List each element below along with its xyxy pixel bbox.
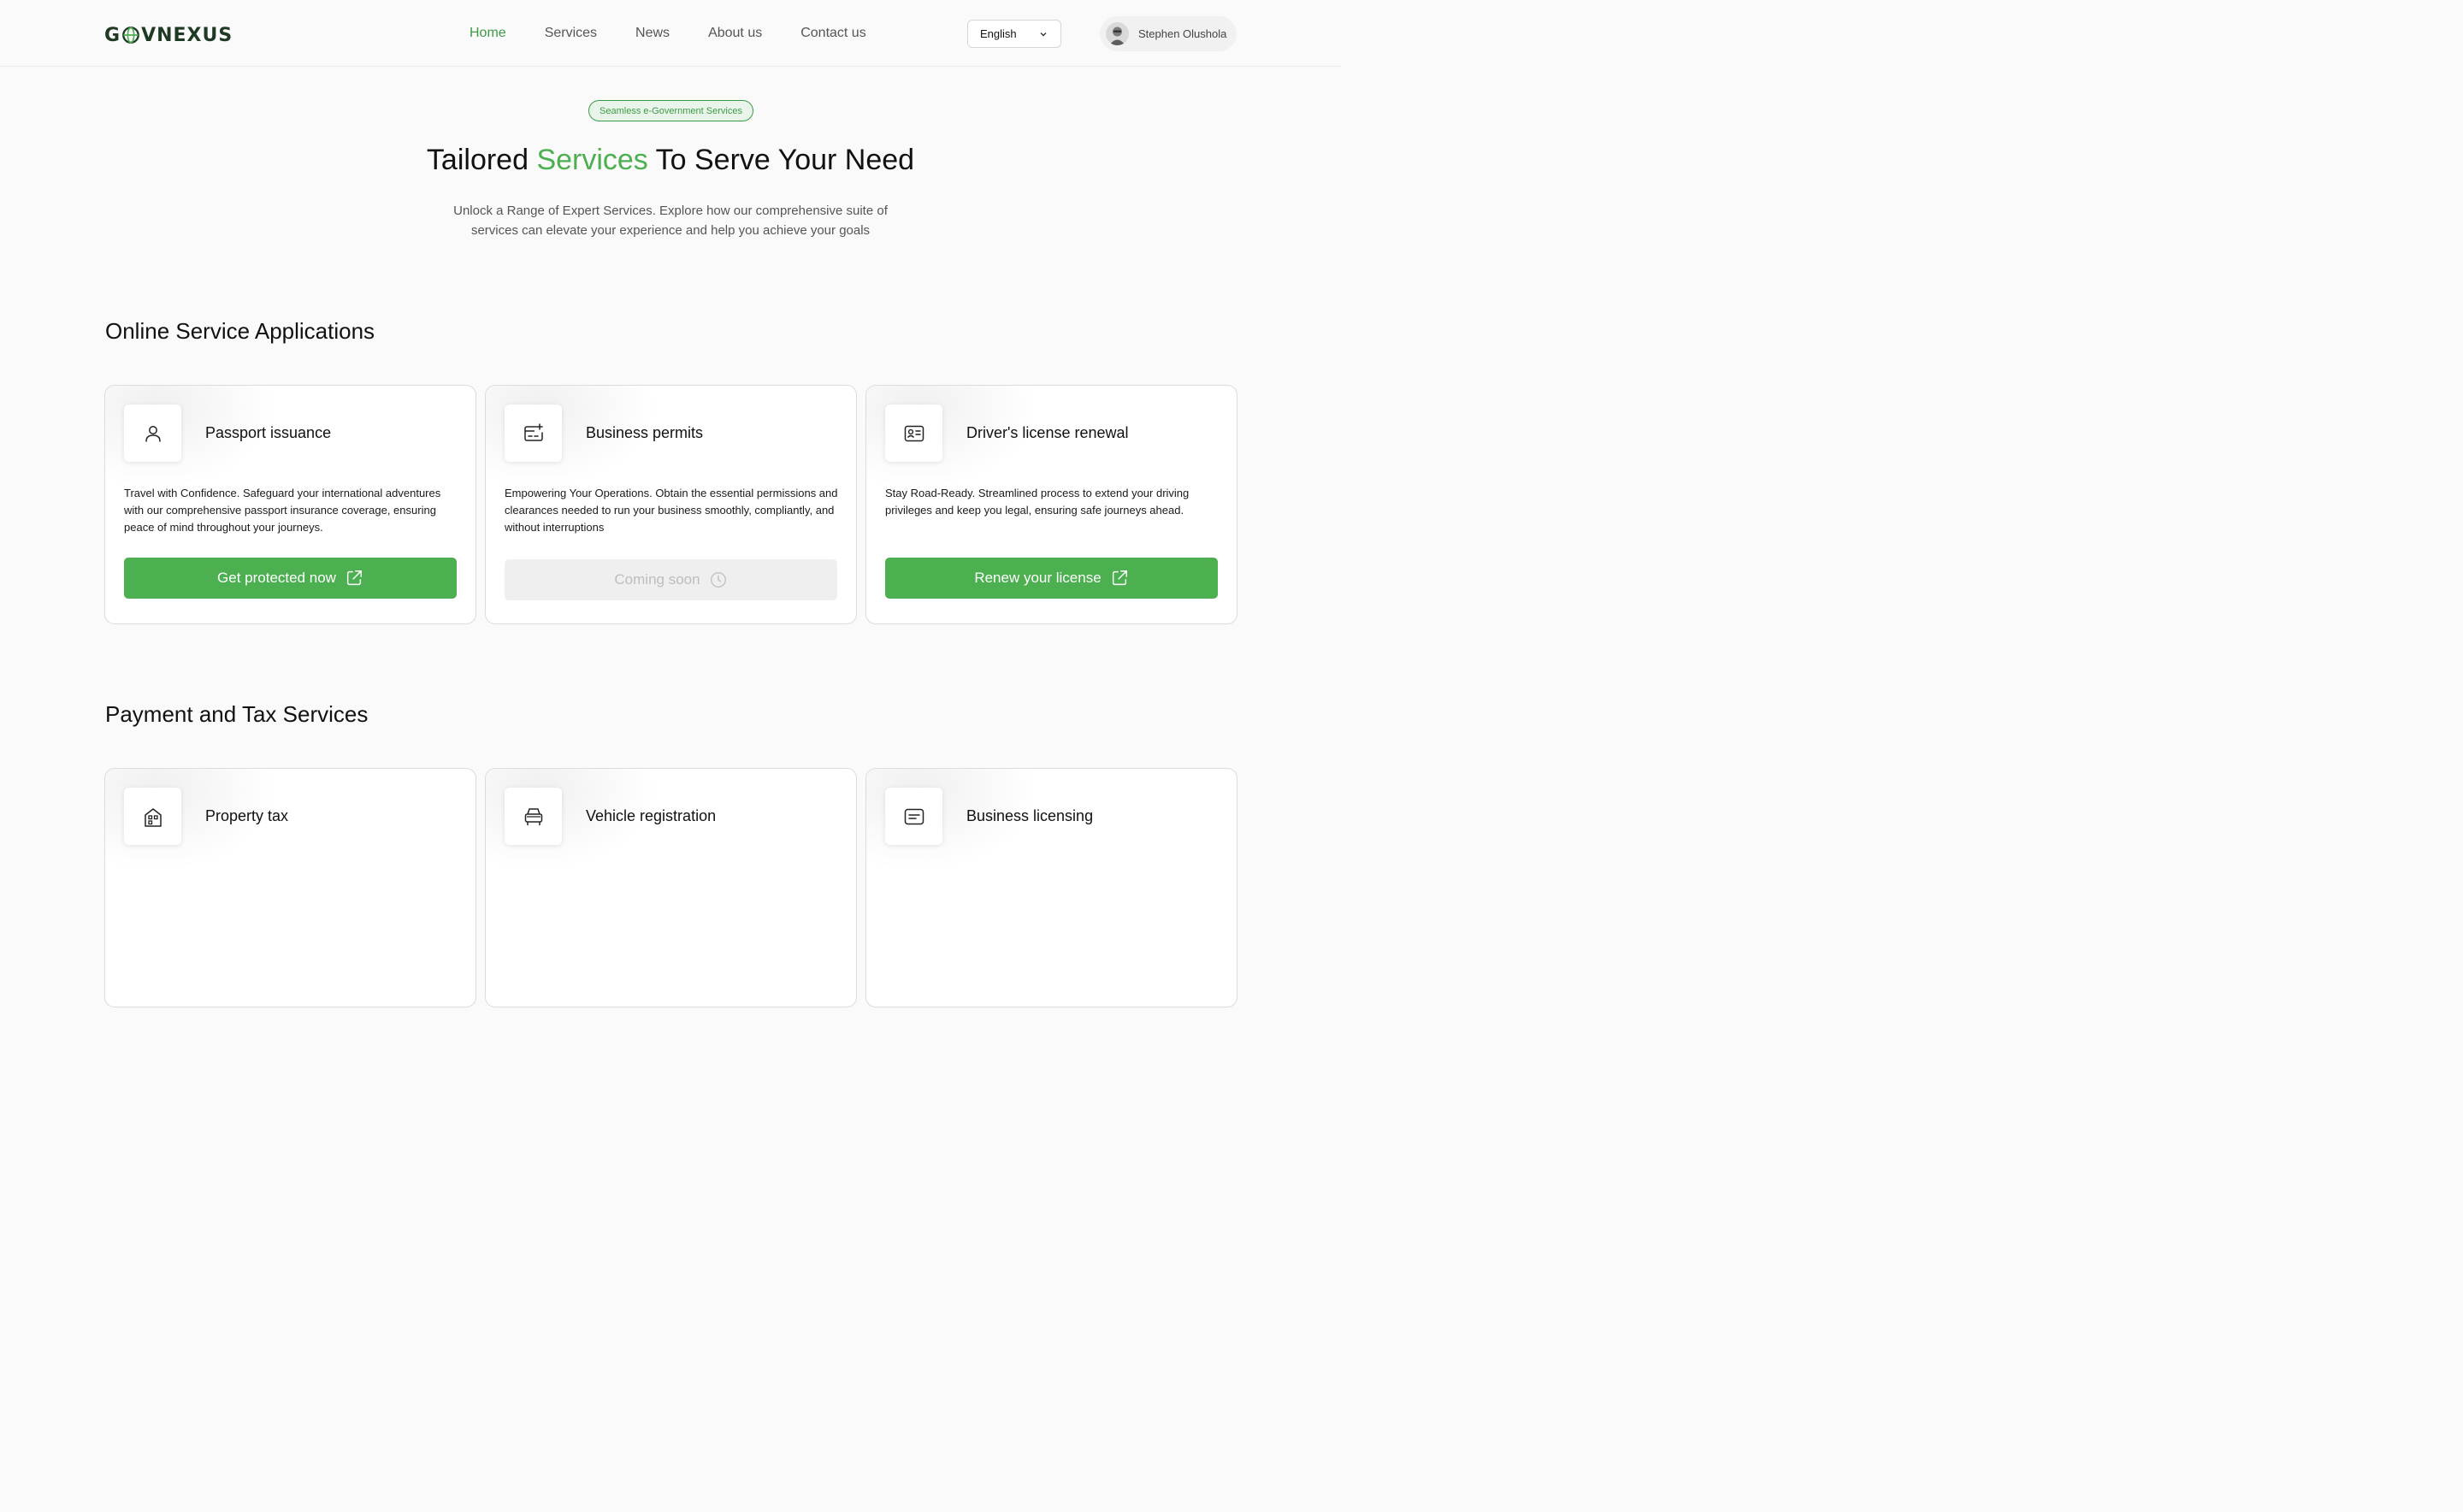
license-icon xyxy=(904,808,924,824)
page-title: Tailored Services To Serve Your Need xyxy=(426,144,915,176)
card-title: Business licensing xyxy=(966,807,1094,824)
avatar xyxy=(1106,22,1129,45)
service-card-business-licensing: Business licensing xyxy=(865,768,1237,1007)
hero-subtitle: Unlock a Range of Expert Services. Explo… xyxy=(453,204,888,238)
service-card-property-tax: Property tax xyxy=(104,768,476,1007)
car-icon xyxy=(524,807,542,825)
govnexus-logo[interactable]: G VNEXUS xyxy=(104,24,233,46)
card-description: Stay Road-Ready. Streamlined process to … xyxy=(885,487,1190,517)
nav-home[interactable]: Home xyxy=(470,26,506,41)
section-title-online-applications: Online Service Applications xyxy=(105,318,375,344)
card-icon-box xyxy=(885,788,942,845)
card-icon-box xyxy=(124,405,181,462)
language-select-value: English xyxy=(980,27,1017,40)
id-card-icon xyxy=(904,425,924,441)
nav-about-us[interactable]: About us xyxy=(708,26,762,41)
globe-icon xyxy=(122,27,139,44)
main-nav: Home Services News About us Contact us xyxy=(470,26,905,41)
clock-icon xyxy=(710,572,726,588)
card-icon-box xyxy=(505,405,562,462)
service-card-business-permits: Business permits Empowering Your Operati… xyxy=(485,385,857,624)
section-title-payment-tax: Payment and Tax Services xyxy=(105,701,369,727)
user-profile-menu[interactable]: Stephen Olushola xyxy=(1100,16,1237,51)
logo-text-start: G xyxy=(104,24,121,46)
card-icon-box xyxy=(885,405,942,462)
house-icon xyxy=(144,807,162,827)
chevron-down-icon xyxy=(1040,32,1047,36)
card-title: Vehicle registration xyxy=(586,807,717,824)
card-icon-box xyxy=(505,788,562,845)
service-card-passport: Passport issuance Travel with Confidence… xyxy=(104,385,476,624)
nav-news[interactable]: News xyxy=(635,26,670,41)
button-label: Renew your license xyxy=(974,570,1102,586)
button-label: Coming soon xyxy=(614,571,700,588)
coming-soon-button[interactable]: Coming soon xyxy=(505,559,837,600)
user-name: Stephen Olushola xyxy=(1138,27,1227,40)
nav-contact-us[interactable]: Contact us xyxy=(800,26,865,41)
card-title: Driver's license renewal xyxy=(966,424,1129,441)
external-link-icon xyxy=(346,570,362,586)
get-protected-now-button[interactable]: Get protected now xyxy=(124,558,457,599)
avatar-portrait-icon xyxy=(1109,27,1125,45)
service-card-drivers-license: Driver's license renewal Stay Road-Ready… xyxy=(865,385,1237,624)
permit-icon xyxy=(523,422,543,441)
hero-badge: Seamless e-Government Services xyxy=(588,100,753,121)
card-title: Business permits xyxy=(586,424,704,441)
top-nav-bar: G VNEXUS Home Services News About us Con… xyxy=(0,0,1341,67)
user-icon xyxy=(145,425,161,442)
external-link-icon xyxy=(1112,570,1127,586)
card-icon-box xyxy=(124,788,181,845)
service-card-vehicle-registration: Vehicle registration xyxy=(485,768,857,1007)
card-description: Empowering Your Operations. Obtain the e… xyxy=(505,487,838,534)
button-label: Get protected now xyxy=(217,570,336,586)
language-select[interactable]: English xyxy=(967,20,1061,48)
nav-services[interactable]: Services xyxy=(545,26,597,41)
logo-text-end: VNEXUS xyxy=(141,24,233,46)
card-title: Property tax xyxy=(205,807,289,824)
card-description: Travel with Confidence. Safeguard your i… xyxy=(124,487,441,534)
renew-your-license-button[interactable]: Renew your license xyxy=(885,558,1218,599)
card-title: Passport issuance xyxy=(205,424,332,441)
